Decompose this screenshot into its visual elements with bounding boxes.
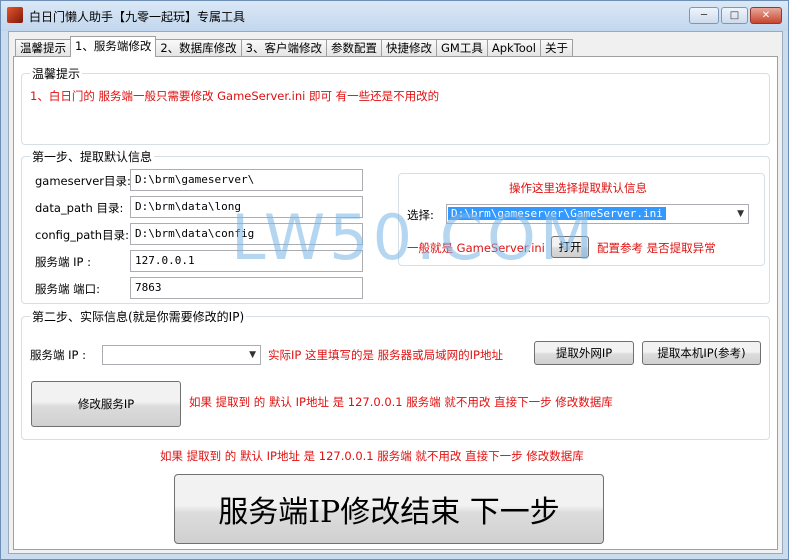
actual-ip-note: 实际IP 这里填写的是 服务器或局域网的IP地址 (268, 348, 503, 362)
config-file-select[interactable]: D:\brm\gameserver\GameServer.ini ▼ (446, 204, 749, 224)
open-button[interactable]: 打开 (551, 236, 589, 258)
tab-client-edit[interactable]: 3、客户端修改 (240, 39, 327, 57)
config-path-label: config_path目录: (35, 228, 129, 242)
config-path-field[interactable]: D:\brm\data\config (130, 223, 363, 245)
extract-local-ip-button[interactable]: 提取本机IP(参考) (642, 341, 761, 365)
chevron-down-icon[interactable]: ▼ (249, 346, 256, 364)
server-ip-label: 服务端 IP : (35, 255, 92, 269)
tips-group: 温馨提示 1、白日门的 服务端一般只需要修改 GameServer.ini 即可… (21, 65, 770, 145)
data-path-label: data_path 目录: (35, 201, 124, 215)
data-path-field[interactable]: D:\brm\data\long (130, 196, 363, 218)
extract-title: 操作这里选择提取默认信息 (509, 181, 647, 195)
actual-ip-label: 服务端 IP : (30, 348, 87, 362)
step1-group: 第一步、提取默认信息 gameserver目录: D:\brm\gameserv… (21, 148, 770, 304)
hint-suffix: 配置参考 是否提取异常 (597, 241, 716, 255)
extract-subgroup: 操作这里选择提取默认信息 选择: D:\brm\gameserver\GameS… (398, 173, 765, 266)
hint-prefix: 一般就是 GameServer.ini (407, 241, 545, 255)
tab-database-edit[interactable]: 2、数据库修改 (155, 39, 242, 57)
window-title: 白日门懒人助手【九零一起玩】专属工具 (29, 10, 246, 24)
tab-panel: 温馨提示 1、白日门的 服务端一般只需要修改 GameServer.ini 即可… (13, 56, 778, 550)
actual-ip-select[interactable]: ▼ (102, 345, 261, 365)
select-label: 选择: (407, 208, 434, 222)
maximize-button[interactable]: □ (721, 7, 748, 24)
minimize-button[interactable]: ─ (689, 7, 719, 24)
app-logo-icon (7, 7, 23, 23)
app-window: 白日门懒人助手【九零一起玩】专属工具 ─ □ ✕ 温馨提示 1、服务端修改 2、… (0, 0, 789, 560)
tips-text: 1、白日门的 服务端一般只需要修改 GameServer.ini 即可 有一些还… (30, 89, 440, 103)
tips-group-title: 温馨提示 (30, 65, 83, 82)
extract-external-ip-button[interactable]: 提取外网IP (534, 341, 634, 365)
server-port-label: 服务端 端口: (35, 282, 101, 296)
step2-group: 第二步、实际信息(就是你需要修改的IP) 服务端 IP : ▼ 实际IP 这里填… (21, 308, 770, 440)
gameserver-dir-label: gameserver目录: (35, 174, 131, 188)
server-ip-field[interactable]: 127.0.0.1 (130, 250, 363, 272)
modify-note: 如果 提取到 的 默认 IP地址 是 127.0.0.1 服务端 就不用改 直接… (189, 395, 613, 409)
config-file-select-value: D:\brm\gameserver\GameServer.ini (448, 207, 666, 220)
step1-title: 第一步、提取默认信息 (30, 148, 155, 165)
close-button[interactable]: ✕ (750, 7, 782, 24)
tab-tips[interactable]: 温馨提示 (15, 39, 71, 57)
tab-apktool[interactable]: ApkTool (486, 39, 541, 57)
footer-note: 如果 提取到 的 默认 IP地址 是 127.0.0.1 服务端 就不用改 直接… (160, 449, 584, 463)
tab-server-edit[interactable]: 1、服务端修改 (70, 36, 157, 57)
step2-title: 第二步、实际信息(就是你需要修改的IP) (30, 308, 247, 325)
tab-param-config[interactable]: 参数配置 (325, 39, 382, 57)
tab-quick-edit[interactable]: 快捷修改 (380, 39, 437, 57)
tab-strip: 温馨提示 1、服务端修改 2、数据库修改 3、客户端修改 参数配置 快捷修改 G… (15, 36, 573, 57)
gameserver-dir-field[interactable]: D:\brm\gameserver\ (130, 169, 363, 191)
finish-next-step-button[interactable]: 服务端IP修改结束 下一步 (174, 474, 604, 544)
title-bar[interactable]: 白日门懒人助手【九零一起玩】专属工具 ─ □ ✕ (1, 1, 788, 31)
tab-about[interactable]: 关于 (540, 39, 573, 57)
modify-server-ip-button[interactable]: 修改服务IP (31, 381, 181, 427)
chevron-down-icon[interactable]: ▼ (737, 205, 744, 223)
client-area: 温馨提示 1、服务端修改 2、数据库修改 3、客户端修改 参数配置 快捷修改 G… (8, 31, 783, 554)
server-port-field[interactable]: 7863 (130, 277, 363, 299)
tab-gm-tools[interactable]: GM工具 (435, 39, 488, 57)
